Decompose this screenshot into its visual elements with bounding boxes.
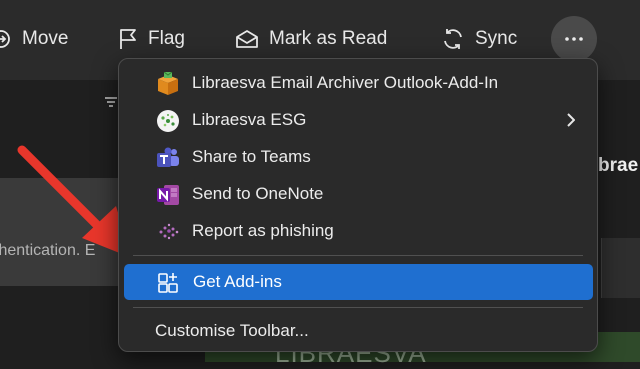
menu-item-label: Get Add-ins [193, 272, 282, 291]
onenote-icon [157, 185, 179, 205]
menu-item-label: Customise Toolbar... [155, 321, 309, 340]
menu-item-label: Libraesva ESG [192, 110, 307, 129]
more-options-menu: Libraesva Email Archiver Outlook-Add-In … [118, 58, 598, 352]
libraesva-logo-icon [157, 110, 179, 132]
menu-item-libraesva-esg[interactable]: Libraesva ESG [123, 102, 593, 138]
menu-item-customise-toolbar[interactable]: Customise Toolbar... [123, 313, 593, 349]
menu-item-label: Libraesva Email Archiver Outlook-Add-In [192, 73, 499, 92]
menu-item-report-phishing[interactable]: Report as phishing [123, 213, 593, 249]
menu-item-libraesva-archiver[interactable]: Libraesva Email Archiver Outlook-Add-In [123, 65, 593, 101]
menu-separator [133, 255, 583, 256]
menu-item-share-to-teams[interactable]: Share to Teams [123, 139, 593, 175]
menu-separator [133, 307, 583, 308]
teams-icon [157, 147, 179, 167]
phishing-icon [159, 223, 179, 240]
chevron-right-icon [567, 113, 575, 127]
menu-item-send-to-onenote[interactable]: Send to OneNote [123, 176, 593, 212]
menu-item-label: Send to OneNote [192, 184, 324, 203]
menu-item-label: Report as phishing [192, 221, 334, 240]
menu-item-get-addins[interactable]: Get Add-ins [124, 264, 593, 300]
add-grid-icon [158, 273, 178, 293]
menu-item-label: Share to Teams [192, 147, 311, 166]
archive-box-icon [158, 72, 178, 95]
